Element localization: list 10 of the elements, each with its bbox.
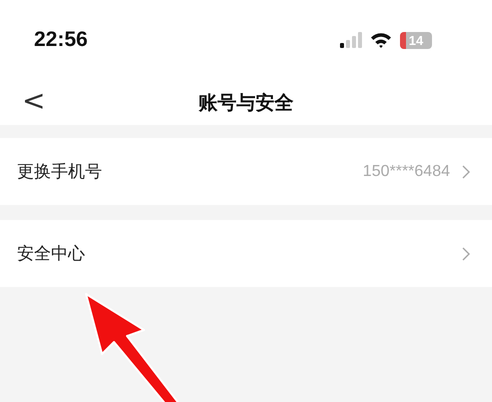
signal-icon bbox=[340, 32, 362, 48]
chevron-icon bbox=[462, 164, 470, 178]
settings-row[interactable]: 更换手机号 150****6484 bbox=[0, 138, 492, 205]
chevron-icon bbox=[462, 246, 470, 260]
battery-indicator: 14 bbox=[400, 32, 432, 48]
wifi-icon bbox=[370, 32, 392, 48]
status-time: 22:56 bbox=[34, 28, 88, 52]
back-button[interactable]: < bbox=[18, 86, 50, 116]
page-title: 账号与安全 bbox=[198, 90, 294, 116]
settings-row[interactable]: 安全中心 bbox=[0, 220, 492, 287]
